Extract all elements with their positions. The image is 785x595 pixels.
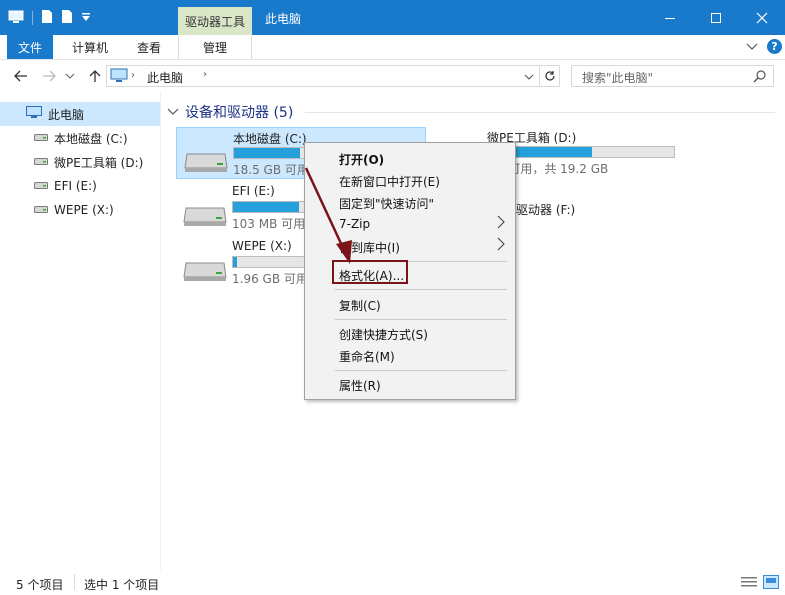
tab-file[interactable]: 文件 [7,35,53,59]
nav-item-label: 本地磁盘 (C:) [54,131,128,146]
submenu-arrow-icon [497,237,505,254]
tab-view[interactable]: 查看 [122,35,176,59]
drive-capacity: 103 MB 可用 [232,217,306,231]
details-view-icon[interactable] [741,576,757,591]
menu-separator [335,289,507,290]
hard-drive-icon [182,253,228,286]
close-icon [756,12,768,23]
recent-locations-button[interactable] [64,68,76,84]
forward-button[interactable] [40,68,58,84]
tab-manage[interactable]: 管理 [178,35,252,59]
drive-usage-fill [233,257,237,267]
separator-icon [32,11,33,25]
ribbon-tabs: 文件 计算机 查看 管理 ? [0,35,785,60]
drive-name: 驱动器 (F:) [516,203,576,217]
nav-item-drive-x[interactable]: WEPE (X:) [0,198,160,222]
navigation-pane: 此电脑 本地磁盘 (C:) 微PE工具箱 (D:) EFI (E:) WEPE … [0,92,161,570]
status-divider [74,574,75,590]
drive-usage-fill [234,148,300,158]
address-bar[interactable]: › 此电脑 › [106,65,560,87]
nav-item-label: EFI (E:) [54,179,97,193]
breadcrumb-separator-icon[interactable]: › [131,70,135,81]
drive-usage-fill [233,202,299,212]
large-icons-view-icon[interactable] [763,575,779,592]
search-box[interactable]: 搜索"此电脑" [571,65,774,87]
drive-name: EFI (E:) [232,184,275,198]
minimize-icon [665,17,675,19]
refresh-icon [545,71,555,81]
address-row: › 此电脑 › 搜索"此电脑" [0,60,785,92]
breadcrumb-this-pc[interactable]: 此电脑 [147,69,183,86]
hard-drive-icon [183,144,229,177]
menu-item-copy[interactable]: 复制(C) [339,297,381,314]
tab-computer[interactable]: 计算机 [60,35,120,59]
back-button[interactable] [12,68,30,84]
this-pc-icon [110,68,128,87]
nav-item-drive-d[interactable]: 微PE工具箱 (D:) [0,150,160,174]
help-icon[interactable]: ? [767,39,782,54]
up-button[interactable] [86,68,104,84]
item-count: 5 个项目 [16,578,64,592]
drive-name: 本地磁盘 (C:) [233,132,307,146]
this-pc-icon[interactable] [8,10,24,27]
menu-separator [335,370,507,371]
properties-icon[interactable] [41,9,53,27]
nav-item-label: 微PE工具箱 (D:) [54,155,144,170]
search-icon[interactable] [753,69,767,86]
nav-item-this-pc[interactable]: 此电脑 [0,102,160,126]
submenu-arrow-icon [497,215,505,232]
drive-capacity: 18.5 GB 可用 [233,163,309,177]
drive-icon [34,155,48,169]
search-placeholder: 搜索"此电脑" [582,71,654,85]
menu-item-rename[interactable]: 重命名(M) [339,348,395,365]
annotation-arrow [304,167,352,264]
selected-count: 选中 1 个项目 [84,578,160,592]
new-folder-icon[interactable] [61,9,73,27]
chevron-down-icon [65,73,75,79]
quick-access-toolbar [8,8,91,28]
menu-item-create-shortcut[interactable]: 创建快捷方式(S) [339,326,428,343]
group-header-label: 设备和驱动器 (5) [185,105,294,121]
nav-item-label: 此电脑 [48,107,85,122]
expand-ribbon-icon[interactable] [746,41,758,55]
drive-capacity: 1.96 GB 可用 [232,272,308,286]
up-arrow-icon [89,70,101,82]
group-header-devices[interactable]: 设备和驱动器 (5) [167,102,293,122]
status-bar: 5 个项目 选中 1 个项目 [0,570,785,595]
nav-item-label: WEPE (X:) [54,203,114,217]
menu-separator [335,319,507,320]
nav-item-drive-c[interactable]: 本地磁盘 (C:) [0,126,160,150]
customize-qat-icon[interactable] [81,11,91,26]
maximize-icon [711,12,721,23]
title-bar: 驱动器工具 此电脑 [0,0,785,35]
minimize-button[interactable] [647,0,693,35]
this-pc-icon [26,106,42,122]
drive-name: WEPE (X:) [232,239,292,253]
forward-arrow-icon [43,70,56,82]
back-arrow-icon [14,70,27,82]
breadcrumb-chevron-icon[interactable]: › [203,69,207,80]
nav-item-drive-e[interactable]: EFI (E:) [0,174,160,198]
window-title: 此电脑 [265,12,302,26]
chevron-down-icon [167,108,179,115]
drive-icon [34,179,48,193]
menu-item-properties[interactable]: 属性(R) [339,377,381,394]
maximize-button[interactable] [693,0,739,35]
hard-drive-icon [182,198,228,231]
address-dropdown-icon[interactable] [524,70,534,84]
close-button[interactable] [739,0,785,35]
drive-icon [34,131,48,145]
tab-drive-tools-context[interactable]: 驱动器工具 [178,7,252,35]
drive-icon [34,203,48,217]
group-divider [305,112,775,113]
refresh-button[interactable] [539,66,560,86]
